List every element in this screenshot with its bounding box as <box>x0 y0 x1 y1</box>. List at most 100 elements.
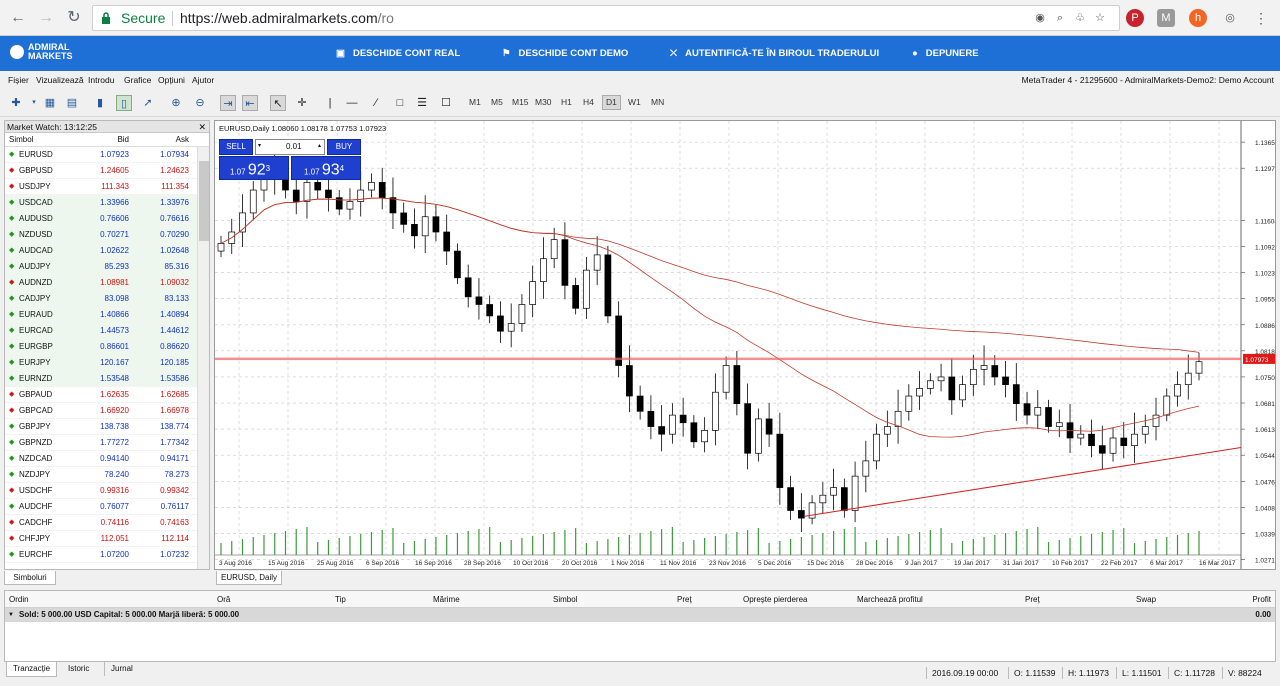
nav-open-real-account[interactable]: ▣ DESCHIDE CONT REAL <box>336 48 460 59</box>
menu-insert[interactable]: Introdu <box>88 75 114 85</box>
close-icon[interactable]: ✕ <box>198 121 206 133</box>
pin-icon[interactable]: ♧ <box>1071 9 1089 27</box>
back-icon[interactable]: ← <box>8 8 28 28</box>
col-stop-loss[interactable]: Oprește pierderea <box>743 591 807 608</box>
templates-icon[interactable]: ▤ <box>64 95 80 111</box>
market-watch-row[interactable]: ◆ EURCHF 1.07200 1.07232 <box>5 547 209 563</box>
nav-open-demo-account[interactable]: ⚑ DESCHIDE CONT DEMO <box>502 48 628 59</box>
market-watch-row[interactable]: ◆ GBPJPY 138.738 138.774 <box>5 419 209 435</box>
col-type[interactable]: Tip <box>335 591 346 608</box>
sell-button[interactable]: SELL <box>219 139 253 155</box>
text-label-icon[interactable]: □ <box>392 95 408 111</box>
col-profit[interactable]: Profit <box>1252 591 1271 608</box>
menu-options[interactable]: Opțiuni <box>158 75 185 85</box>
market-watch-row[interactable]: ◆ NZDCAD 0.94140 0.94171 <box>5 451 209 467</box>
market-watch-row[interactable]: ◆ AUDCAD 1.02622 1.02648 <box>5 243 209 259</box>
cookie-icon[interactable]: ◉ <box>1031 9 1049 27</box>
market-watch-scrollbar[interactable] <box>197 147 209 569</box>
chrome-menu-icon[interactable]: ⋮ <box>1252 9 1270 27</box>
col-symbol[interactable]: Simbol <box>9 133 33 147</box>
tab-symbols[interactable]: Simboluri <box>4 571 56 585</box>
timeframe-m1[interactable]: M1 <box>469 97 481 107</box>
volume-stepper[interactable]: ▾ 0.01 ▴ <box>255 139 325 155</box>
market-watch-row[interactable]: ◆ CADCHF 0.74116 0.74163 <box>5 515 209 531</box>
col-ask[interactable]: Ask <box>176 133 189 147</box>
auto-scroll-icon[interactable]: ⇥ <box>220 95 236 111</box>
crosshair-icon[interactable]: ✛ <box>294 95 310 111</box>
col-price[interactable]: Preț <box>677 591 692 608</box>
buy-price-button[interactable]: 1.07 934 <box>291 156 361 180</box>
market-watch-row[interactable]: ◆ AUDCHF 0.76077 0.76117 <box>5 499 209 515</box>
sell-price-button[interactable]: 1.07 923 <box>219 156 289 180</box>
market-watch-row[interactable]: ◆ AUDUSD 0.76606 0.76616 <box>5 211 209 227</box>
market-watch-row[interactable]: ◆ CHFJPY 112.051 112.114 <box>5 531 209 547</box>
timeframe-h1[interactable]: H1 <box>561 97 572 107</box>
url-text[interactable]: https://web.admiralmarkets.com/ro <box>180 10 394 26</box>
pinterest-icon[interactable]: P <box>1126 9 1144 27</box>
trendline-icon[interactable]: ∕ <box>368 95 384 111</box>
market-watch-row[interactable]: ◆ CADJPY 83.098 83.133 <box>5 291 209 307</box>
market-watch-row[interactable]: ◆ AUDJPY 85.293 85.316 <box>5 259 209 275</box>
cursor-icon[interactable]: ↖ <box>270 95 286 111</box>
bar-chart-icon[interactable]: ▮ <box>92 95 108 111</box>
market-watch-row[interactable]: ◆ EURUSD 1.07923 1.07934 <box>5 147 209 163</box>
volume-down-icon[interactable]: ▾ <box>258 142 261 149</box>
dropdown-icon[interactable]: ▾ <box>26 95 42 111</box>
menu-charts[interactable]: Grafice <box>124 75 151 85</box>
zoom-icon[interactable]: ⌕ <box>1051 9 1069 27</box>
profiles-icon[interactable]: ▦ <box>42 95 58 111</box>
globe-icon[interactable]: ◎ <box>1221 9 1239 27</box>
market-watch-row[interactable]: ◆ EURCAD 1.44573 1.44612 <box>5 323 209 339</box>
market-watch-row[interactable]: ◆ USDJPY 111.343 111.354 <box>5 179 209 195</box>
market-watch-row[interactable]: ◆ NZDJPY 78.240 78.273 <box>5 467 209 483</box>
col-bid[interactable]: Bid <box>117 133 129 147</box>
timeframe-d1[interactable]: D1 <box>602 95 621 110</box>
market-watch-row[interactable]: ◆ GBPAUD 1.62635 1.62685 <box>5 387 209 403</box>
menu-help[interactable]: Ajutor <box>192 75 214 85</box>
col-time[interactable]: Oră <box>217 591 230 608</box>
new-chart-icon[interactable]: ✚ <box>8 95 24 111</box>
nav-deposit[interactable]: ● DEPUNERE <box>912 48 979 59</box>
market-watch-row[interactable]: ◆ EURJPY 120.167 120.185 <box>5 355 209 371</box>
volume-up-icon[interactable]: ▴ <box>318 142 321 149</box>
volume-input[interactable]: 0.01 <box>286 142 302 151</box>
market-watch-row[interactable]: ◆ NZDUSD 0.70271 0.70290 <box>5 227 209 243</box>
market-watch-row[interactable]: ◆ EURGBP 0.86601 0.86620 <box>5 339 209 355</box>
scroll-thumb[interactable] <box>199 161 209 241</box>
chart-shift-icon[interactable]: ⇤ <box>242 95 258 111</box>
market-watch-row[interactable]: ◆ EURNZD 1.53548 1.53586 <box>5 371 209 387</box>
tab-eurusd-daily[interactable]: EURUSD, Daily <box>216 571 282 585</box>
buy-button[interactable]: BUY <box>327 139 361 155</box>
vertical-line-icon[interactable]: | <box>322 95 338 111</box>
address-bar[interactable]: Secure https://web.admiralmarkets.com/ro… <box>92 5 1120 31</box>
timeframe-h4[interactable]: H4 <box>583 97 594 107</box>
candlestick-icon[interactable]: ▯ <box>116 95 132 111</box>
market-watch-row[interactable]: ◆ GBPCAD 1.66920 1.66978 <box>5 403 209 419</box>
admiral-markets-logo[interactable]: ADMIRAL MARKETS <box>10 43 73 61</box>
chart-window[interactable]: 1.13656 1.12972 1.11604 1.10920 1.10236 1.095… <box>214 120 1276 570</box>
menu-file[interactable]: Fișier <box>8 75 29 85</box>
zoom-out-icon[interactable]: ⊖ <box>192 95 208 111</box>
col-take-profit[interactable]: Marchează profitul <box>857 591 923 608</box>
market-watch-row[interactable]: ◆ USDCAD 1.33966 1.33976 <box>5 195 209 211</box>
timeframe-m30[interactable]: M30 <box>535 97 552 107</box>
reload-icon[interactable]: ↻ <box>64 8 84 28</box>
bookmark-star-icon[interactable]: ☆ <box>1091 9 1109 27</box>
horizontal-line-icon[interactable]: — <box>344 95 360 111</box>
timeframe-w1[interactable]: W1 <box>628 97 641 107</box>
timeframe-m15[interactable]: M15 <box>512 97 529 107</box>
col-order[interactable]: Ordin <box>9 591 29 608</box>
col-swap[interactable]: Swap <box>1136 591 1156 608</box>
col-symbol[interactable]: Simbol <box>553 591 577 608</box>
market-watch-row[interactable]: ◆ USDCHF 0.99316 0.99342 <box>5 483 209 499</box>
timeframe-m5[interactable]: M5 <box>491 97 503 107</box>
market-watch-row[interactable]: ◆ GBPNZD 1.77272 1.77342 <box>5 435 209 451</box>
line-chart-icon[interactable]: ➚ <box>140 95 156 111</box>
mail-extension-icon[interactable]: M <box>1157 9 1175 27</box>
fibonacci-icon[interactable]: ☰ <box>414 95 430 111</box>
col-current-price[interactable]: Preț <box>1025 591 1040 608</box>
zoom-in-icon[interactable]: ⊕ <box>168 95 184 111</box>
price-chart[interactable]: 1.13656 1.12972 1.11604 1.10920 1.10236 1.095… <box>215 121 1276 570</box>
nav-trader-login[interactable]: ⛌ AUTENTIFICĂ-TE ÎN BIROUL TRADERULUI <box>670 48 879 59</box>
market-watch-row[interactable]: ◆ EURAUD 1.40866 1.40894 <box>5 307 209 323</box>
